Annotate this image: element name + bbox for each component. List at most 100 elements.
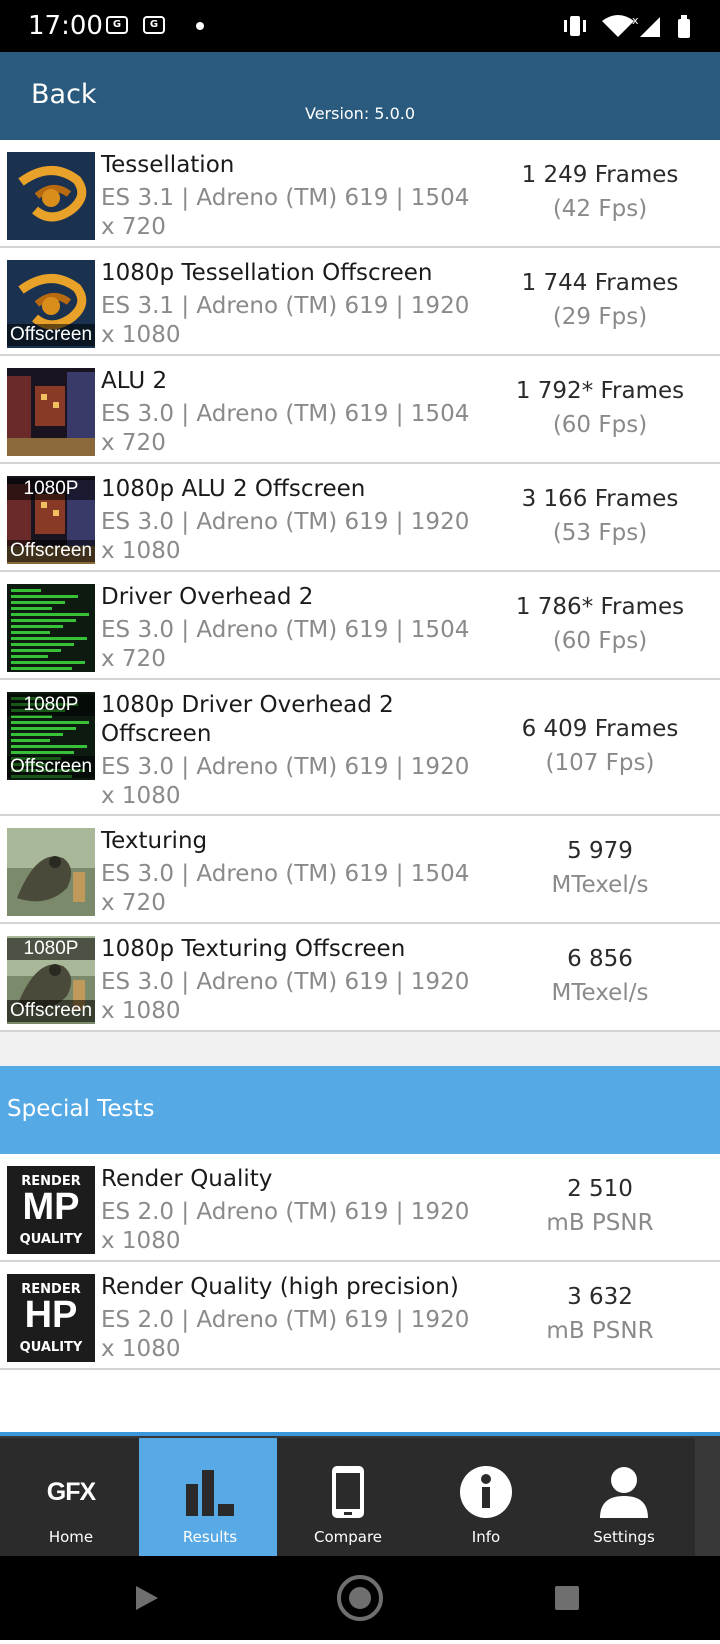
test-row[interactable]: RENDER MP QUALITY Render Quality ES 2.0 | Ad… [0, 1154, 720, 1262]
test-name: Render Quality (high precision) [101, 1274, 459, 1300]
svg-text:x: x [632, 14, 639, 27]
test-text: Render Quality ES 2.0 | Adreno (TM) 619 |… [101, 1165, 481, 1256]
test-name: 1080p ALU 2 Offscreen [101, 476, 366, 502]
test-thumbnail [7, 152, 95, 240]
nav-home[interactable]: GFX Home [0, 1438, 142, 1556]
score-value: 6 856 [567, 946, 633, 972]
test-details: ES 2.0 | Adreno (TM) 619 | 1920 x 1080 [101, 1307, 470, 1362]
test-score: 1 792* Frames (60 Fps) [480, 374, 720, 442]
test-name: 1080p Driver Overhead 2 Offscreen [101, 692, 394, 747]
test-thumbnail: 1080P Offscreen [7, 936, 95, 1024]
test-details: ES 3.0 | Adreno (TM) 619 | 1920 x 1080 [101, 969, 470, 1024]
score-unit: MTexel/s [551, 980, 649, 1006]
test-row[interactable]: 1080P Offscreen 1080p Texturing Offscreen E… [0, 924, 720, 1032]
test-details: ES 3.1 | Adreno (TM) 619 | 1504 x 720 [101, 185, 470, 240]
score-unit: (42 Fps) [552, 196, 648, 222]
quality-mode: HP [24, 1294, 78, 1336]
gmail-icon: G [143, 16, 165, 34]
test-score: 1 249 Frames (42 Fps) [480, 158, 720, 226]
status-bar: 17:00 G G x [0, 0, 720, 52]
test-row[interactable]: Offscreen 1080p Tessellation Offscreen ES … [0, 248, 720, 356]
score-value: 1 744 Frames [521, 270, 679, 296]
vibrate-icon [564, 16, 586, 36]
test-text: 1080p Driver Overhead 2 Offscreen ES 3.0 … [101, 691, 481, 811]
home-nav-icon [337, 1575, 383, 1621]
system-nav-bar [0, 1556, 720, 1640]
score-unit: mB PSNR [546, 1210, 654, 1236]
results-list: Tessellation ES 3.1 | Adreno (TM) 619 | 1… [0, 140, 720, 1370]
score-value: 2 510 [567, 1176, 633, 1202]
test-thumbnail: 1080P Offscreen [7, 692, 95, 780]
resolution-badge: 1080P [7, 478, 95, 500]
nav-info[interactable]: Info [415, 1438, 557, 1556]
score-unit: (53 Fps) [552, 520, 648, 546]
battery-icon [678, 15, 690, 38]
bottom-nav: GFX Home Results Compare Info Settings [0, 1432, 720, 1556]
test-score: 3 166 Frames (53 Fps) [480, 482, 720, 550]
offscreen-badge: Offscreen [7, 540, 95, 562]
test-name: 1080p Texturing Offscreen [101, 936, 406, 962]
test-thumbnail [7, 584, 95, 672]
test-details: ES 3.0 | Adreno (TM) 619 | 1504 x 720 [101, 401, 470, 456]
status-icons: x [564, 14, 690, 38]
test-score: 6 409 Frames (107 Fps) [480, 712, 720, 780]
test-row[interactable]: RENDER HP QUALITY Render Quality (high prec… [0, 1262, 720, 1370]
test-text: Tessellation ES 3.1 | Adreno (TM) 619 | 1… [101, 151, 481, 242]
test-row[interactable]: ALU 2 ES 3.0 | Adreno (TM) 619 | 1504 x 7… [0, 356, 720, 464]
nav-label: Home [48, 1528, 94, 1546]
dot-icon [196, 22, 204, 30]
quality-label: QUALITY [19, 1340, 83, 1355]
wifi-icon [602, 15, 634, 37]
offscreen-badge: Offscreen [7, 1000, 95, 1022]
test-details: ES 3.0 | Adreno (TM) 619 | 1504 x 720 [101, 861, 470, 916]
resolution-badge: 1080P [7, 938, 95, 960]
test-details: ES 3.0 | Adreno (TM) 619 | 1920 x 1080 [101, 509, 470, 564]
section-spacer [0, 1032, 720, 1066]
score-value: 1 786* Frames [515, 594, 685, 620]
user-icon [553, 1464, 695, 1520]
score-value: 3 632 [567, 1284, 633, 1310]
nav-label: Settings [593, 1528, 655, 1546]
test-score: 1 744 Frames (29 Fps) [480, 266, 720, 334]
gmail-icon: G [106, 16, 128, 34]
nav-label: Info [471, 1528, 501, 1546]
score-unit: (60 Fps) [552, 628, 648, 654]
test-thumbnail [7, 828, 95, 916]
gfx-logo-icon: GFX [0, 1464, 142, 1520]
test-row[interactable]: 1080P Offscreen 1080p Driver Overhead 2 Of… [0, 680, 720, 816]
test-details: ES 3.0 | Adreno (TM) 619 | 1504 x 720 [101, 617, 470, 672]
score-unit: (107 Fps) [545, 750, 655, 776]
nav-settings[interactable]: Settings [553, 1438, 695, 1556]
test-name: 1080p Tessellation Offscreen [101, 260, 433, 286]
nav-compare[interactable]: Compare [277, 1438, 419, 1556]
test-score: 3 632 mB PSNR [480, 1280, 720, 1348]
nav-label: Compare [313, 1528, 383, 1546]
section-header: Special Tests [0, 1066, 720, 1154]
signal-icon [640, 17, 660, 37]
test-text: 1080p Tessellation Offscreen ES 3.1 | Adr… [101, 259, 481, 350]
score-unit: mB PSNR [546, 1318, 654, 1344]
offscreen-badge: Offscreen [7, 324, 95, 346]
test-thumbnail: 1080P Offscreen [7, 476, 95, 564]
test-name: Render Quality [101, 1166, 273, 1192]
info-icon [415, 1464, 557, 1520]
nav-label: Results [182, 1528, 238, 1546]
test-row[interactable]: 1080P Offscreen 1080p ALU 2 Offscreen ES 3.… [0, 464, 720, 572]
status-time: 17:00 [28, 11, 103, 41]
test-name: Driver Overhead 2 [101, 584, 314, 610]
quality-label: QUALITY [19, 1232, 83, 1247]
score-value: 1 792* Frames [515, 378, 685, 404]
score-value: 5 979 [567, 838, 633, 864]
test-details: ES 3.0 | Adreno (TM) 619 | 1920 x 1080 [101, 754, 470, 809]
test-row[interactable]: Tessellation ES 3.1 | Adreno (TM) 619 | 1… [0, 140, 720, 248]
test-text: ALU 2 ES 3.0 | Adreno (TM) 619 | 1504 x 7… [101, 367, 481, 458]
test-score: 1 786* Frames (60 Fps) [480, 590, 720, 658]
test-thumbnail [7, 368, 95, 456]
test-text: Texturing ES 3.0 | Adreno (TM) 619 | 1504… [101, 827, 481, 918]
test-row[interactable]: Texturing ES 3.0 | Adreno (TM) 619 | 1504… [0, 816, 720, 924]
nav-results[interactable]: Results [139, 1438, 281, 1556]
test-text: Driver Overhead 2 ES 3.0 | Adreno (TM) 61… [101, 583, 481, 674]
phone-icon [277, 1464, 419, 1520]
test-row[interactable]: Driver Overhead 2 ES 3.0 | Adreno (TM) 61… [0, 572, 720, 680]
test-thumbnail: Offscreen [7, 260, 95, 348]
